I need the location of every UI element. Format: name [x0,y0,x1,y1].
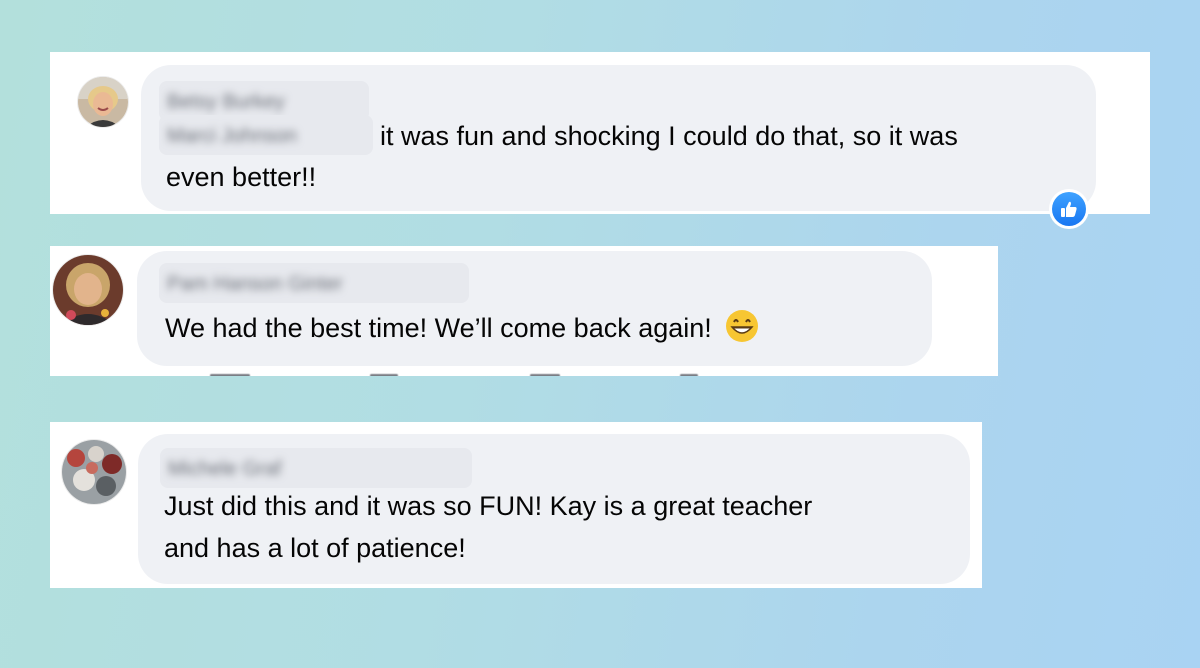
comment-card-1: Betsy Burkey Marci Johnson it was fun an… [50,52,1150,229]
avatar[interactable] [78,77,128,127]
comment-card-3: Michele Graf Just did this and it was so… [50,422,982,588]
tagged-name-text: Marci Johnson [167,125,298,147]
avatar-photo [78,77,128,127]
comment-bubble: Pam Hanson Ginter We had the best time! … [137,251,932,366]
reaction-badge[interactable] [1049,189,1089,229]
comment-bubble: Betsy Burkey Marci Johnson it was fun an… [141,65,1096,211]
comment-text-line2: even better!! [166,162,317,192]
avatar[interactable] [62,440,126,504]
comment-bubble: Michele Graf Just did this and it was so… [138,434,970,584]
avatar-photo [62,440,126,504]
author-name-text: Michele Graf [168,458,282,480]
comment-actions-row [210,374,710,376]
avatar-photo [53,255,123,325]
avatar[interactable] [53,255,123,325]
comment-text: We had the best time! We’ll come back ag… [165,313,712,343]
tagged-name[interactable]: Marci Johnson [159,115,373,155]
author-name-text: Betsy Burkey [167,91,285,113]
comment-text-line2: and has a lot of patience! [164,533,466,563]
author-name-text: Pam Hanson Ginter [167,273,343,295]
author-name[interactable]: Michele Graf [160,448,472,488]
comment-text-line1: We had the best time! We’ll come back ag… [165,308,759,349]
author-name[interactable]: Pam Hanson Ginter [159,263,469,303]
thumbs-up-icon [1052,192,1086,226]
comment-text-line1: it was fun and shocking I could do that,… [380,121,958,151]
comment-card-2: Pam Hanson Ginter We had the best time! … [50,246,998,376]
comment-text-line1: Just did this and it was so FUN! Kay is … [164,491,813,521]
grinning-face-emoji [726,310,759,342]
